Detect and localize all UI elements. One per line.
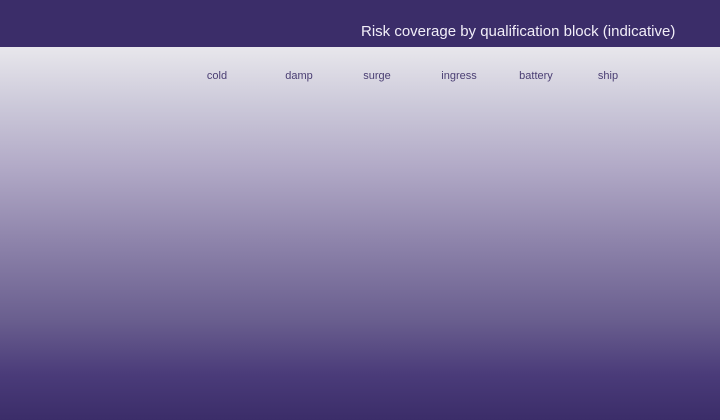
column-label-damp: damp	[285, 70, 313, 82]
page-title: Risk coverage by qualification block (in…	[361, 23, 676, 40]
column-label-battery: battery	[519, 70, 553, 82]
column-label-surge: surge	[363, 70, 391, 82]
column-label-ingress: ingress	[441, 70, 477, 82]
header-bar: Risk coverage by qualification block (in…	[0, 0, 720, 47]
column-label-ship: ship	[597, 70, 619, 82]
column-label-cold: cold	[206, 70, 228, 82]
coverage-panel: cold damp surge ingress battery ship	[0, 47, 720, 420]
